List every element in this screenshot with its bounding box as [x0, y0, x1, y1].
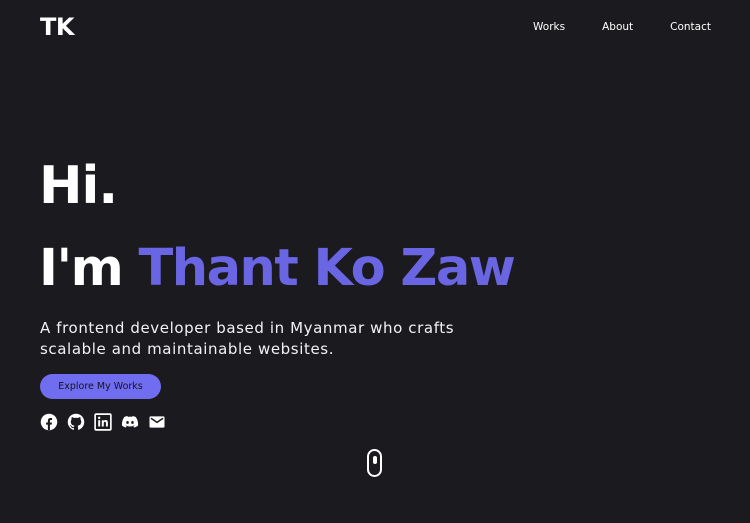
hero-name-heading: I'm Thant Ko Zaw — [39, 238, 516, 300]
linkedin-icon[interactable] — [94, 413, 112, 431]
hero-tagline: A frontend developer based in Myanmar wh… — [40, 319, 455, 358]
site-logo[interactable]: TK — [40, 13, 74, 41]
hero-greeting: Hi. — [39, 156, 118, 216]
page: TK Works About Contact Hi. I'm Thant Ko … — [0, 0, 750, 523]
mouse-scroll-icon[interactable] — [367, 449, 382, 477]
facebook-icon[interactable] — [40, 413, 58, 431]
explore-works-button[interactable]: Explore My Works — [40, 374, 161, 399]
discord-icon[interactable] — [121, 413, 139, 431]
nav-link-works[interactable]: Works — [533, 20, 565, 34]
email-icon[interactable] — [148, 413, 166, 431]
github-icon[interactable] — [67, 413, 85, 431]
scroll-wheel — [372, 456, 377, 464]
nav-link-contact[interactable]: Contact — [670, 20, 711, 34]
nav-link-about[interactable]: About — [602, 20, 633, 34]
social-links — [40, 413, 166, 431]
name-prefix: I'm — [39, 239, 124, 298]
main-nav: Works About Contact — [533, 20, 711, 34]
hero-name: Thant Ko Zaw — [138, 239, 516, 298]
